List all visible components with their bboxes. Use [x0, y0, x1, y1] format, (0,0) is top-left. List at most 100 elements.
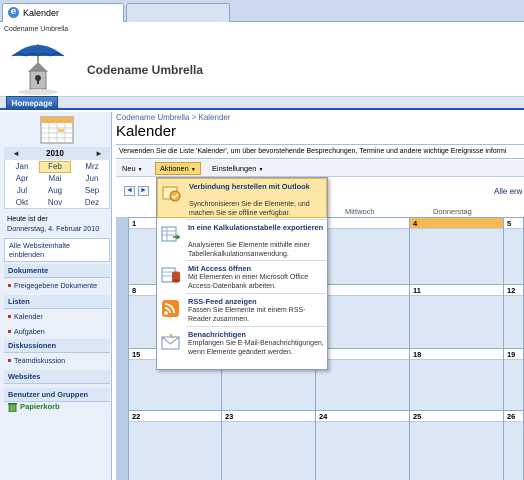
- calendar-day-cell[interactable]: 5: [504, 218, 524, 285]
- access-icon: [161, 267, 181, 285]
- sidebar-item[interactable]: Freigegebene Dokumente: [4, 278, 110, 293]
- menu-separator: [186, 260, 326, 261]
- recycle-bin-link[interactable]: Papierkorb: [20, 402, 60, 411]
- list-description: Verwenden Sie die Liste 'Kalender', um ü…: [116, 144, 524, 159]
- page-title: Kalender: [116, 123, 177, 140]
- nav-section-heading[interactable]: Websites: [4, 370, 110, 384]
- actions-menu-button[interactable]: Aktionen ▼: [155, 162, 201, 175]
- chevron-down-icon: ▼: [137, 167, 143, 173]
- settings-menu-label: Einstellungen: [212, 164, 257, 173]
- previous-year-button[interactable]: ◄: [12, 149, 20, 158]
- today-link[interactable]: Donnerstag, 4. Februar 2010: [7, 224, 111, 234]
- calendar-day-cell[interactable]: 4: [410, 218, 504, 285]
- calendar-day-cell[interactable]: 23: [222, 411, 316, 480]
- previous-month-button[interactable]: ◄: [124, 186, 135, 196]
- month-okt[interactable]: Okt: [6, 197, 38, 209]
- calendar-day-cell[interactable]: [316, 218, 410, 285]
- calendar-day-cell[interactable]: 12: [504, 285, 524, 349]
- calendar-day-number[interactable]: 19: [504, 349, 523, 360]
- chevron-down-icon: ▼: [258, 167, 264, 173]
- new-menu-button[interactable]: Neu ▼: [118, 162, 147, 175]
- nav-section-heading[interactable]: Benutzer und Gruppen: [4, 388, 110, 402]
- nav-section-heading[interactable]: Dokumente: [4, 264, 110, 278]
- calendar-day-number[interactable]: [316, 285, 409, 296]
- calendar-day-cell[interactable]: [316, 285, 410, 349]
- month-jan[interactable]: Jan: [6, 161, 38, 173]
- month-aug[interactable]: Aug: [39, 185, 71, 197]
- menu-item-title: In eine Kalkulationstabelle exportieren: [188, 223, 324, 232]
- calendar-day-number[interactable]: 24: [316, 411, 409, 422]
- new-menu-label: Neu: [122, 164, 136, 173]
- tab-homepage[interactable]: Homepage: [6, 96, 58, 110]
- calendar-day-number[interactable]: 11: [410, 285, 503, 296]
- menu-item-title: Verbindung herstellen mit Outlook: [189, 182, 310, 191]
- menu-item-alert-envelope[interactable]: Benachrichtigen Empfangen Sie E-Mail-Bena…: [157, 327, 327, 367]
- month-mai[interactable]: Mai: [39, 173, 71, 185]
- nav-section-heading[interactable]: Listen: [4, 295, 110, 309]
- calendar-day-number[interactable]: 5: [504, 218, 523, 229]
- calendar-day-number[interactable]: 23: [222, 411, 315, 422]
- browser-tab-title: Kalender: [23, 8, 60, 18]
- browser-new-tab[interactable]: [126, 3, 230, 22]
- month-feb[interactable]: Feb: [39, 161, 71, 173]
- calendar-day-cell[interactable]: 18: [410, 349, 504, 411]
- menu-item-description: Synchronisieren Sie die Elemente, und ma…: [189, 201, 310, 217]
- menu-item-description: Mit Elementen in einer Microsoft Office …: [188, 274, 309, 290]
- month-apr[interactable]: Apr: [6, 173, 38, 185]
- site-title: Codename Umbrella: [87, 63, 204, 77]
- menu-item-rss[interactable]: RSS-Feed anzeigen Fassen Sie Elemente mit…: [157, 294, 327, 326]
- calendar-day-number[interactable]: 12: [504, 285, 523, 296]
- month-dez[interactable]: Dez: [76, 197, 108, 209]
- month-sep[interactable]: Sep: [76, 185, 108, 197]
- weekday-header-wednesday: Mittwoch: [345, 207, 375, 216]
- date-picker-year: 2010: [46, 149, 64, 158]
- all-events-link[interactable]: Alle erw: [494, 187, 522, 196]
- breadcrumb[interactable]: Codename Umbrella > Kalender: [116, 113, 231, 122]
- sidebar-item[interactable]: Teamdiskussion: [4, 353, 110, 368]
- calendar-day-cell[interactable]: 25: [410, 411, 504, 480]
- sidebar-item[interactable]: Aufgaben: [4, 324, 110, 339]
- calendar-day-number[interactable]: 26: [504, 411, 523, 422]
- menu-item-spreadsheet-export[interactable]: In eine Kalkulationstabelle exportieren A…: [157, 220, 327, 258]
- calendar-day-number[interactable]: 18: [410, 349, 503, 360]
- next-month-button[interactable]: ►: [138, 186, 149, 196]
- nav-section: Websites: [4, 370, 110, 384]
- menu-separator: [186, 293, 326, 294]
- calendar-day-cell[interactable]: [316, 349, 410, 411]
- menu-item-title: RSS-Feed anzeigen: [188, 297, 257, 306]
- calendar-day-cell[interactable]: 11: [410, 285, 504, 349]
- calendar-day-cell[interactable]: 26: [504, 411, 524, 480]
- calendar-day-number[interactable]: [316, 349, 409, 360]
- next-year-button[interactable]: ►: [95, 149, 103, 158]
- nav-section-heading[interactable]: Diskussionen: [4, 339, 110, 353]
- menu-separator: [186, 219, 326, 220]
- month-mrz[interactable]: Mrz: [76, 161, 108, 173]
- browser-tab-kalender[interactable]: e Kalender: [2, 3, 124, 22]
- calendar-day-number[interactable]: [316, 218, 409, 229]
- menu-item-title: Benachrichtigen: [188, 330, 246, 339]
- site-header: [0, 34, 524, 96]
- recycle-bin-icon: [8, 403, 17, 412]
- month-jun[interactable]: Jun: [76, 173, 108, 185]
- month-nov[interactable]: Nov: [39, 197, 71, 209]
- menu-item-outlook-connect[interactable]: Verbindung herstellen mit Outlook Synchro…: [157, 178, 327, 218]
- today-line-1: Heute ist der: [7, 214, 48, 223]
- alert-envelope-icon: [161, 333, 181, 351]
- menu-item-access[interactable]: Mit Access öffnen Mit Elementen in einer …: [157, 261, 327, 293]
- week-column: [116, 217, 129, 480]
- month-jul[interactable]: Jul: [6, 185, 38, 197]
- settings-menu-button[interactable]: Einstellungen ▼: [208, 162, 267, 175]
- calendar-day-cell[interactable]: 19: [504, 349, 524, 411]
- calendar-day-cell[interactable]: 24: [316, 411, 410, 480]
- nav-section: Benutzer und Gruppen: [4, 388, 110, 402]
- sidebar-item[interactable]: Kalender: [4, 309, 110, 324]
- chevron-down-icon: ▼: [190, 167, 196, 173]
- calendar-day-number[interactable]: 25: [410, 411, 503, 422]
- all-site-content-link[interactable]: Alle Websiteinhalte einblenden: [4, 238, 110, 262]
- umbrella-logo-icon: [11, 44, 65, 95]
- calendar-day-number[interactable]: 4: [410, 218, 503, 229]
- nav-section: Dokumente Freigegebene Dokumente: [4, 264, 110, 293]
- calendar-day-number[interactable]: 22: [129, 411, 221, 422]
- outlook-connect-icon: [162, 185, 182, 203]
- calendar-day-cell[interactable]: 22: [129, 411, 222, 480]
